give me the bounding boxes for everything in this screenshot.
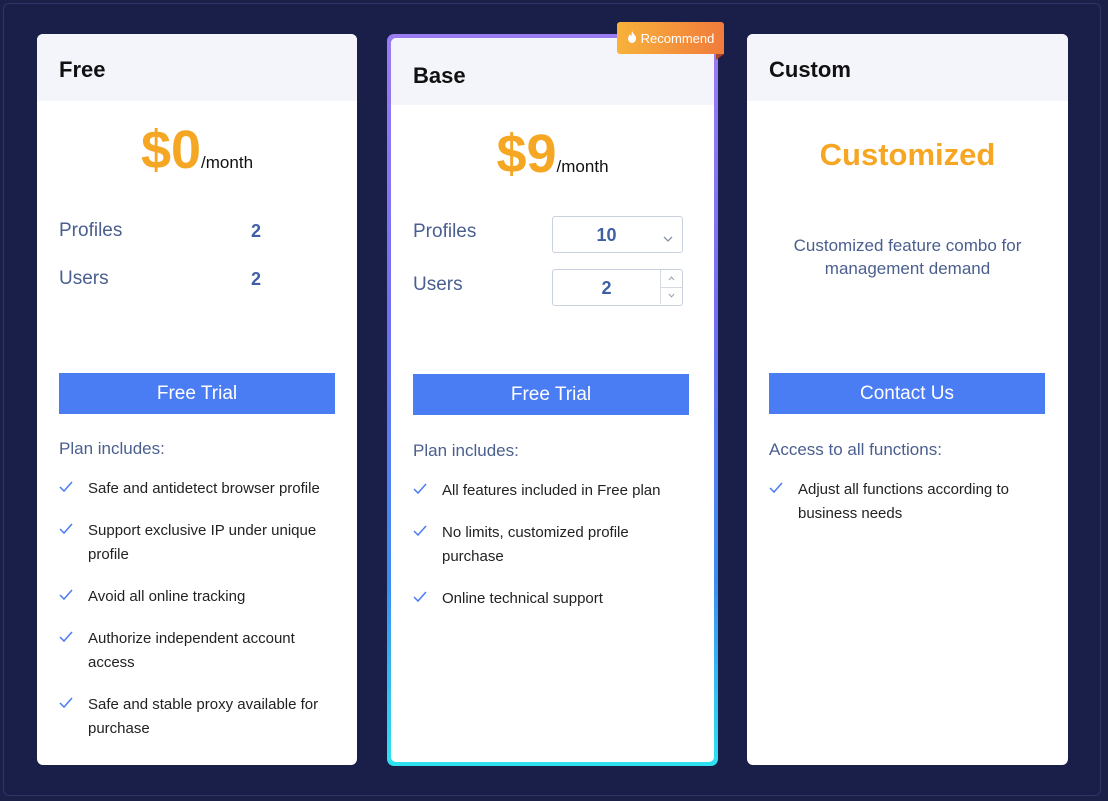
users-stepper[interactable]: 2 bbox=[552, 269, 683, 306]
access-label: Access to all functions: bbox=[769, 440, 942, 459]
feature-item: All features included in Free plan bbox=[413, 479, 694, 503]
plan-includes-label: Plan includes: bbox=[59, 439, 165, 458]
feature-item: Support exclusive IP under unique profil… bbox=[59, 519, 337, 567]
profiles-select[interactable]: 10 bbox=[552, 216, 683, 253]
feature-text: All features included in Free plan bbox=[442, 482, 661, 499]
profiles-value: 2 bbox=[251, 221, 262, 241]
feature-text: Safe and antidetect browser profile bbox=[88, 480, 320, 497]
profiles-label: Profiles bbox=[59, 220, 123, 241]
plan-card-custom: Custom Customized Customized feature com… bbox=[747, 34, 1068, 765]
custom-headline: Customized bbox=[819, 137, 996, 172]
check-icon bbox=[59, 696, 73, 710]
check-icon bbox=[59, 522, 73, 536]
stepper-increment-button[interactable] bbox=[660, 270, 682, 288]
check-icon bbox=[59, 480, 73, 494]
chevron-down-icon bbox=[668, 293, 675, 298]
price-amount: $0 bbox=[140, 120, 202, 180]
feature-text: Safe and stable proxy available for purc… bbox=[88, 696, 319, 737]
feature-item: Authorize independent account access bbox=[59, 627, 337, 675]
users-value: 2 bbox=[251, 269, 262, 289]
users-label: Users bbox=[413, 274, 463, 295]
plan-price: $0/month bbox=[37, 119, 357, 181]
feature-list: All features included in Free plan No li… bbox=[413, 479, 694, 611]
contact-us-button[interactable]: Contact Us bbox=[769, 373, 1045, 414]
recommend-badge: Recommend bbox=[617, 22, 724, 54]
card-header: Custom bbox=[747, 34, 1068, 101]
feature-text: Authorize independent account access bbox=[88, 630, 295, 671]
plan-title: Base bbox=[413, 63, 466, 88]
feature-list: Safe and antidetect browser profile Supp… bbox=[59, 477, 337, 741]
profiles-label: Profiles bbox=[413, 221, 477, 242]
feature-text: Adjust all functions according to busine… bbox=[798, 481, 1009, 522]
users-label: Users bbox=[59, 268, 109, 289]
plan-title: Custom bbox=[769, 57, 851, 82]
profiles-select-value: 10 bbox=[596, 225, 617, 245]
check-icon bbox=[413, 590, 427, 604]
plan-card-free: Free $0/month Profiles 2 Users 2 Free Tr… bbox=[37, 34, 357, 765]
flame-icon bbox=[627, 30, 637, 46]
feature-item: Adjust all functions according to busine… bbox=[769, 478, 1048, 526]
users-stepper-value: 2 bbox=[601, 278, 612, 298]
plan-price: $9/month bbox=[391, 123, 714, 185]
card-header: Free bbox=[37, 34, 357, 101]
feature-text: Online technical support bbox=[442, 590, 603, 607]
feature-text: Avoid all online tracking bbox=[88, 588, 246, 605]
recommend-badge-label: Recommend bbox=[640, 30, 715, 46]
feature-item: Safe and antidetect browser profile bbox=[59, 477, 337, 501]
feature-text: No limits, customized profile purchase bbox=[442, 524, 629, 565]
check-icon bbox=[769, 481, 783, 495]
custom-description: Customized feature combo for management … bbox=[793, 236, 1022, 278]
feature-item: Safe and stable proxy available for purc… bbox=[59, 693, 337, 741]
feature-list: Adjust all functions according to busine… bbox=[769, 478, 1048, 526]
check-icon bbox=[59, 630, 73, 644]
chevron-down-icon bbox=[663, 230, 673, 248]
plan-includes-label: Plan includes: bbox=[413, 441, 519, 460]
check-icon bbox=[413, 524, 427, 538]
stepper-decrement-button[interactable] bbox=[660, 287, 682, 304]
price-period: /month bbox=[556, 157, 609, 176]
price-amount: $9 bbox=[496, 124, 557, 184]
feature-text: Support exclusive IP under unique profil… bbox=[88, 522, 317, 563]
plan-title: Free bbox=[59, 57, 106, 82]
feature-item: Avoid all online tracking bbox=[59, 585, 337, 609]
price-period: /month bbox=[201, 153, 254, 172]
chevron-up-icon bbox=[668, 276, 675, 281]
free-trial-button[interactable]: Free Trial bbox=[59, 373, 335, 414]
feature-item: Online technical support bbox=[413, 587, 694, 611]
check-icon bbox=[413, 482, 427, 496]
badge-ribbon-tail bbox=[716, 54, 724, 60]
plan-card-base: Base $9/month Profiles 10 Users 2 Free T… bbox=[391, 38, 714, 762]
free-trial-button[interactable]: Free Trial bbox=[413, 374, 689, 415]
check-icon bbox=[59, 588, 73, 602]
feature-item: No limits, customized profile purchase bbox=[413, 521, 694, 569]
